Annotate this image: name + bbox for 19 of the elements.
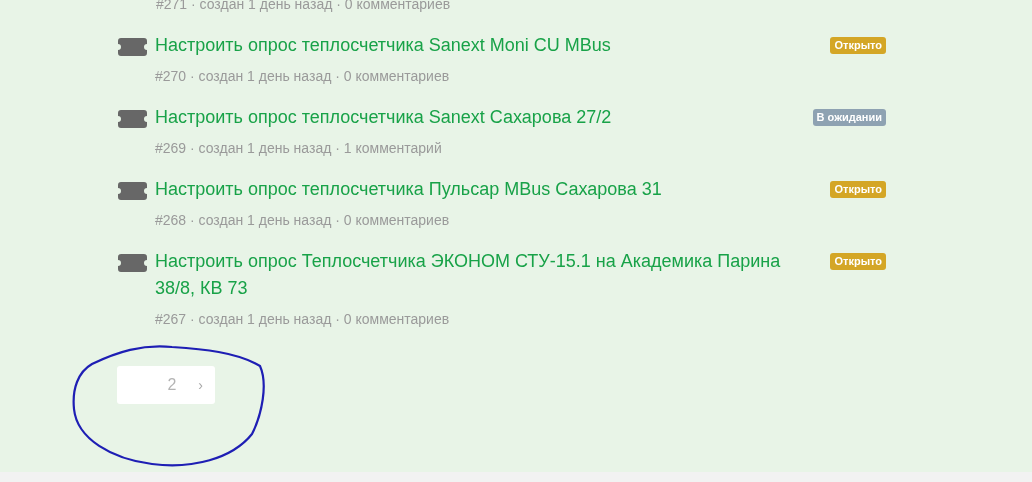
ticket-meta: #269 · создан 1 день назад · 1 комментарий <box>155 139 443 157</box>
ticket-meta: #268 · создан 1 день назад · 0 комментариев <box>155 211 451 229</box>
ticket-title-link[interactable]: Настроить опрос теплосчетчика Sanext Сахарова 27/2 <box>155 104 795 131</box>
status-badge: В ожидании <box>812 109 886 126</box>
ticket-title-link[interactable]: Настроить опрос теплосчетчика Пульсар MBus Сахарова 31 <box>155 176 795 203</box>
ticket-meta: #270 · создан 1 день назад · 0 комментариев <box>155 67 451 85</box>
ticket-title-link[interactable]: Настроить опрос теплосчетчика Sanext Moni CU MBus <box>155 32 795 59</box>
status-badge: Открыто <box>830 37 886 54</box>
status-badge: Открыто <box>830 181 886 198</box>
ticket-icon <box>118 254 147 272</box>
ticket-meta: #267 · создан 1 день назад · 0 комментариев <box>155 310 451 328</box>
ticket-meta: #271 · создан 1 день назад · 0 комментариев <box>155 0 452 13</box>
next-page-link[interactable]: › <box>198 377 203 393</box>
status-badge: Открыто <box>830 253 886 270</box>
ticket-icon <box>118 38 147 56</box>
ticket-title-link[interactable]: Настроить опрос Теплосчетчика ЭКОНОМ СТУ-15.1 на Академика Парина 38/8, КВ 73 <box>155 248 795 302</box>
ticket-icon <box>118 182 147 200</box>
page-link[interactable]: 2 <box>167 376 177 394</box>
ticket-icon <box>118 110 147 128</box>
